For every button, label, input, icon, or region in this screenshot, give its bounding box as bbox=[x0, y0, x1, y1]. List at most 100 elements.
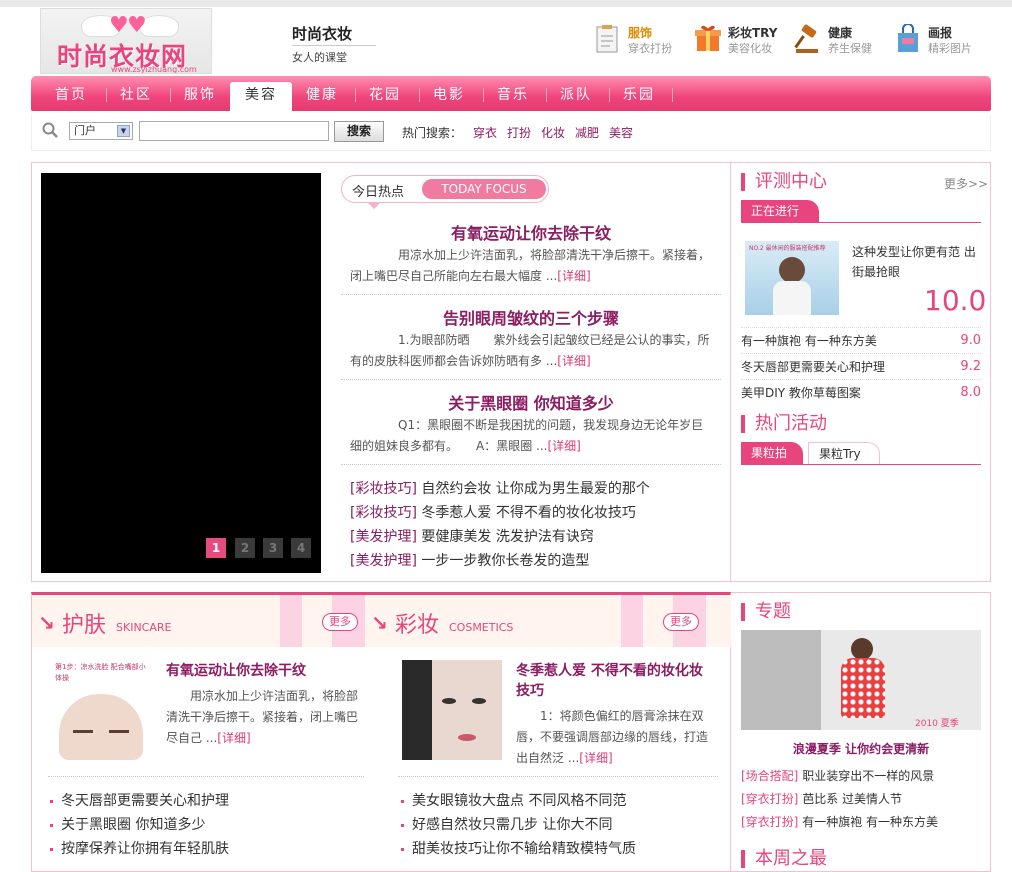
nav-item-movie[interactable]: 电影 bbox=[421, 82, 477, 111]
topic-row[interactable]: [穿衣打扮] 芭比系 过美情人节 bbox=[741, 790, 902, 807]
topic-heading: 专题 bbox=[741, 603, 791, 621]
focus-label-en: TODAY FOCUS bbox=[422, 179, 546, 199]
topic-row[interactable]: [穿衣打扮] 有一种旗袍 有一种东方美 bbox=[741, 813, 938, 830]
channel-makeup-try[interactable]: 彩妆TRY 美容化妆 bbox=[694, 22, 784, 58]
section-title-cn: 彩妆 bbox=[395, 613, 440, 638]
focus-article-title[interactable]: 关于黑眼圈 你知道多少 bbox=[341, 390, 721, 414]
channel-title: 服饰 bbox=[628, 26, 653, 40]
list-item[interactable]: 按摩保养让你拥有年轻肌肤 bbox=[50, 838, 229, 858]
slider-page-1[interactable]: 1 bbox=[206, 538, 226, 558]
skincare-article-title[interactable]: 有氧运动让你去除干纹 bbox=[166, 661, 356, 681]
focus-article-title[interactable]: 有氧运动让你去除干纹 bbox=[341, 220, 721, 244]
channel-subtitle: 养生保健 bbox=[828, 42, 872, 55]
nav-item-health[interactable]: 健康 bbox=[294, 82, 350, 111]
tab-guoli-try[interactable]: 果粒Try bbox=[808, 442, 880, 464]
divider bbox=[341, 294, 721, 295]
search-icon bbox=[42, 122, 58, 138]
more-link[interactable]: 更多>> bbox=[944, 175, 988, 192]
skincare-article-image[interactable]: 第1步：凉水洗脸 配合嘴部小体操 bbox=[51, 660, 151, 760]
list-item[interactable]: 关于黑眼圈 你知道多少 bbox=[50, 814, 205, 834]
topic-row[interactable]: [场合搭配] 职业装穿出不一样的风景 bbox=[741, 767, 934, 784]
site-logo[interactable]: ♥ ♥ 时尚衣妆网 www.zsyizhuang.com bbox=[40, 8, 212, 74]
hot-search-label: 热门搜索： bbox=[402, 126, 463, 140]
hot-search-link[interactable]: 减肥 bbox=[575, 124, 599, 141]
nav-divider bbox=[170, 88, 171, 102]
nav-item-beauty[interactable]: 美容 bbox=[230, 82, 292, 111]
detail-link[interactable]: [详细] bbox=[547, 439, 580, 453]
nav-item-community[interactable]: 社区 bbox=[108, 82, 164, 111]
slider-page-2[interactable]: 2 bbox=[235, 538, 255, 558]
cosmetics-article-image[interactable] bbox=[402, 660, 502, 760]
nav-divider bbox=[106, 88, 107, 102]
focus-article-body: Q1：黑眼圈不断是我困扰的问题，我发现身边无论年岁巨细的姐妹良多都有。 A：黑眼… bbox=[350, 418, 704, 453]
skincare-header: ↘ 护肤 SKINCARE 更多 bbox=[32, 595, 365, 647]
tip-link[interactable]: [美发护理] 一步一步教你长卷发的造型 bbox=[350, 550, 589, 570]
divider bbox=[341, 379, 721, 380]
eye-shape bbox=[472, 698, 486, 704]
detail-link[interactable]: [详细] bbox=[579, 751, 612, 765]
search-input[interactable] bbox=[139, 121, 329, 141]
list-item[interactable]: 甜美妆技巧让你不输给精致模特气质 bbox=[401, 838, 636, 858]
nav-item-fashion[interactable]: 服饰 bbox=[172, 82, 228, 111]
clipboard-icon bbox=[596, 25, 618, 53]
search-scope-select[interactable]: 门户 ▼ bbox=[69, 122, 133, 140]
model-figure bbox=[779, 257, 805, 283]
focus-label-cn: 今日热点 bbox=[352, 185, 405, 200]
tab-in-progress[interactable]: 正在进行 bbox=[741, 200, 819, 222]
chevron-down-icon: ▼ bbox=[117, 125, 130, 137]
review-row[interactable]: 美甲DIY 教你草莓图案 8.0 bbox=[741, 379, 981, 405]
review-feature-desc[interactable]: 这种发型让你更有范 出街最抢眼 bbox=[852, 242, 982, 282]
hot-search-link[interactable]: 化妆 bbox=[541, 124, 565, 141]
channel-title: 彩妆TRY bbox=[728, 26, 778, 40]
review-row[interactable]: 冬天唇部更需要关心和护理 9.2 bbox=[741, 353, 981, 379]
cosmetics-article-body: 1：将颜色偏红的唇膏涂抹在双唇，不要强调唇部边缘的唇线，打造出自然泛 ...[详… bbox=[516, 709, 709, 765]
shopping-bag-icon bbox=[898, 24, 918, 52]
arrow-down-right-icon: ↘ bbox=[371, 611, 388, 635]
tip-link[interactable]: [美发护理] 要健康美发 洗发护法有诀窍 bbox=[350, 526, 594, 546]
detail-link[interactable]: [详细] bbox=[557, 269, 590, 283]
more-button[interactable]: 更多 bbox=[663, 613, 699, 631]
slider-page-4[interactable]: 4 bbox=[291, 538, 311, 558]
list-item[interactable]: 好感自然妆只需几步 让你大不同 bbox=[401, 814, 612, 834]
channel-fashion[interactable]: 服饰 穿衣打扮 bbox=[594, 22, 684, 58]
list-item[interactable]: 冬天唇部更需要关心和护理 bbox=[50, 790, 229, 810]
face-illustration bbox=[59, 694, 143, 760]
nav-item-party[interactable]: 派队 bbox=[548, 82, 604, 111]
tip-link[interactable]: [彩妆技巧] 自然约会妆 让你成为男生最爱的那个 bbox=[350, 478, 650, 498]
lips-shape bbox=[458, 734, 476, 741]
detail-link[interactable]: [详细] bbox=[557, 354, 590, 368]
focus-article-title[interactable]: 告别眼周皱纹的三个步骤 bbox=[341, 305, 721, 329]
nav-item-home[interactable]: 首页 bbox=[43, 82, 99, 111]
tip-link[interactable]: [彩妆技巧] 冬季惹人爱 不得不看的妆化妆技巧 bbox=[350, 502, 636, 522]
hot-search-link[interactable]: 打扮 bbox=[507, 124, 531, 141]
detail-link[interactable]: [详细] bbox=[217, 731, 250, 745]
slider-page-3[interactable]: 3 bbox=[263, 538, 283, 558]
closed-eye bbox=[73, 730, 93, 733]
topic-caption[interactable]: 浪漫夏季 让你约会更清新 bbox=[741, 740, 981, 757]
nav-item-music[interactable]: 音乐 bbox=[485, 82, 541, 111]
search-button[interactable]: 搜索 bbox=[334, 121, 384, 142]
nav-divider bbox=[609, 88, 610, 102]
channel-pictorial[interactable]: 画报 精彩图片 bbox=[894, 22, 984, 58]
section-title-cn: 护肤 bbox=[62, 613, 107, 638]
cosmetics-article-title[interactable]: 冬季惹人爱 不得不看的妆化妆技巧 bbox=[516, 661, 712, 701]
channel-health[interactable]: 健康 养生保健 bbox=[794, 22, 884, 58]
tab-guoli-pai[interactable]: 果粒拍 bbox=[741, 442, 803, 464]
more-button[interactable]: 更多 bbox=[322, 613, 358, 631]
review-feature-image[interactable]: NO.2 最休闲的服装搭配推荐 bbox=[745, 241, 839, 315]
hot-search-link[interactable]: 穿衣 bbox=[473, 124, 497, 141]
nav-divider bbox=[546, 88, 547, 102]
hot-search-link[interactable]: 美容 bbox=[609, 124, 633, 141]
list-item[interactable]: 美女眼镜妆大盘点 不同风格不同范 bbox=[401, 790, 626, 810]
divider bbox=[398, 776, 718, 777]
main-nav: 首页 社区 服饰 美容 健康 花园 电影 音乐 派队 乐园 bbox=[31, 76, 991, 111]
search-scope-value: 门户 bbox=[74, 124, 96, 137]
nav-item-garden[interactable]: 花园 bbox=[357, 82, 413, 111]
review-row[interactable]: 有一种旗袍 有一种东方美 9.0 bbox=[741, 327, 981, 353]
topic-image[interactable]: 2010 夏季 bbox=[741, 630, 981, 730]
review-feature-score: 10.0 bbox=[924, 284, 987, 317]
nav-item-paradise[interactable]: 乐园 bbox=[611, 82, 667, 111]
channel-subtitle: 穿衣打扮 bbox=[628, 42, 672, 55]
search-bar: 门户 ▼ 搜索 热门搜索： 穿衣 打扮 化妆 减肥 美容 bbox=[31, 115, 991, 151]
image-slider[interactable] bbox=[41, 173, 321, 573]
